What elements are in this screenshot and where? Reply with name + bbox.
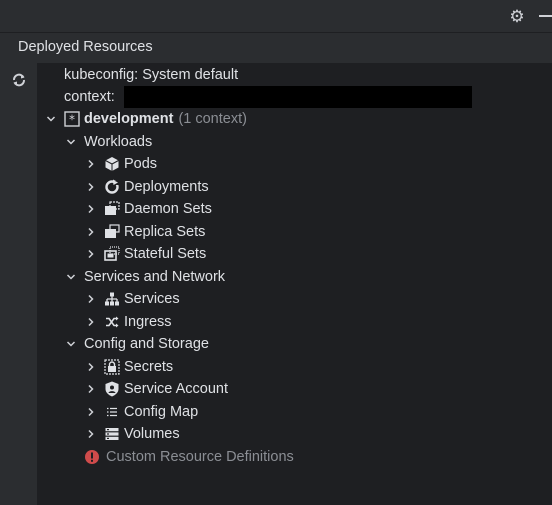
chevron-right-icon[interactable] bbox=[84, 405, 98, 419]
tree-node-service-account[interactable]: Service Account bbox=[84, 378, 228, 400]
deployment-cycle-icon bbox=[104, 179, 120, 195]
list-icon bbox=[104, 404, 120, 420]
ingress-label: Ingress bbox=[124, 314, 172, 330]
shuffle-icon bbox=[104, 314, 120, 330]
network-hierarchy-icon bbox=[104, 291, 120, 307]
pods-label: Pods bbox=[124, 156, 158, 172]
chevron-right-icon[interactable] bbox=[84, 315, 98, 329]
context-label: context: bbox=[64, 86, 115, 108]
daemon-sets-label: Daemon Sets bbox=[124, 201, 212, 217]
panel-title: Deployed Resources bbox=[18, 39, 153, 55]
tree-node-development[interactable]: * development (1 context) bbox=[44, 108, 247, 130]
shield-user-icon bbox=[104, 381, 120, 397]
deployments-label: Deployments bbox=[124, 179, 209, 195]
chevron-right-icon[interactable] bbox=[84, 247, 98, 261]
chevron-down-icon[interactable] bbox=[64, 270, 78, 284]
chevron-right-icon[interactable] bbox=[84, 202, 98, 216]
tree-node-pods[interactable]: Pods bbox=[84, 153, 157, 175]
cluster-name: development bbox=[84, 111, 174, 127]
tree-node-services-and-network[interactable]: Services and Network bbox=[64, 266, 225, 288]
daemon-set-stack-icon bbox=[104, 201, 120, 217]
chevron-right-icon[interactable] bbox=[84, 225, 98, 239]
tree-node-secrets[interactable]: Secrets bbox=[84, 356, 173, 378]
chevron-right-icon[interactable] bbox=[84, 382, 98, 396]
tree-node-stateful-sets[interactable]: Stateful Sets bbox=[84, 243, 206, 265]
chevron-down-icon[interactable] bbox=[64, 337, 78, 351]
secrets-label: Secrets bbox=[124, 359, 174, 375]
secret-lock-icon bbox=[104, 359, 120, 375]
kubeconfig-label: kubeconfig: System default bbox=[64, 64, 238, 86]
replica-sets-label: Replica Sets bbox=[124, 224, 206, 240]
refresh-icon[interactable] bbox=[10, 71, 28, 89]
tree-node-ingress[interactable]: Ingress bbox=[84, 311, 172, 333]
cluster-context-count: (1 context) bbox=[178, 111, 247, 127]
tree-node-services[interactable]: Services bbox=[84, 288, 180, 310]
tree-node-config-and-storage[interactable]: Config and Storage bbox=[64, 333, 209, 355]
kubeconfig-text: kubeconfig: System default bbox=[64, 67, 239, 83]
chevron-right-icon[interactable] bbox=[84, 360, 98, 374]
tree-node-workloads[interactable]: Workloads bbox=[64, 131, 152, 153]
custom-resource-definitions-label: Custom Resource Definitions bbox=[106, 449, 294, 465]
tree-node-custom-resource-definitions[interactable]: Custom Resource Definitions bbox=[84, 446, 294, 468]
volume-storage-icon bbox=[104, 426, 120, 442]
tree-node-replica-sets[interactable]: Replica Sets bbox=[84, 221, 205, 243]
chevron-right-icon[interactable] bbox=[84, 180, 98, 194]
kubernetes-cluster-icon: * bbox=[64, 111, 80, 127]
services-label: Services bbox=[124, 291, 180, 307]
context-text: context: bbox=[64, 89, 115, 105]
minimize-icon[interactable] bbox=[539, 15, 552, 17]
config-map-label: Config Map bbox=[124, 404, 199, 420]
stateful-sets-label: Stateful Sets bbox=[124, 246, 207, 262]
gear-icon[interactable]: ⚙ bbox=[508, 7, 526, 25]
chevron-right-icon[interactable] bbox=[84, 157, 98, 171]
tree-node-daemon-sets[interactable]: Daemon Sets bbox=[84, 198, 212, 220]
svg-text:*: * bbox=[69, 113, 75, 127]
pod-cube-icon bbox=[104, 156, 120, 172]
workloads-label: Workloads bbox=[84, 134, 153, 150]
replica-set-stack-icon bbox=[104, 224, 120, 240]
volumes-label: Volumes bbox=[124, 426, 180, 442]
tree-node-volumes[interactable]: Volumes bbox=[84, 423, 180, 445]
services-and-network-label: Services and Network bbox=[84, 269, 226, 285]
side-toolbar bbox=[0, 63, 38, 505]
stateful-set-stack-icon bbox=[104, 246, 120, 262]
chevron-down-icon[interactable] bbox=[64, 135, 78, 149]
config-and-storage-label: Config and Storage bbox=[84, 336, 209, 352]
error-circle-icon bbox=[84, 449, 100, 465]
chevron-right-icon[interactable] bbox=[84, 427, 98, 441]
service-account-label: Service Account bbox=[124, 381, 228, 397]
tree-node-deployments[interactable]: Deployments bbox=[84, 176, 209, 198]
chevron-right-icon[interactable] bbox=[84, 292, 98, 306]
chevron-down-icon[interactable] bbox=[44, 112, 58, 126]
window-header-bar bbox=[0, 0, 552, 33]
redacted-context-value bbox=[124, 86, 472, 108]
tree-node-config-map[interactable]: Config Map bbox=[84, 401, 198, 423]
